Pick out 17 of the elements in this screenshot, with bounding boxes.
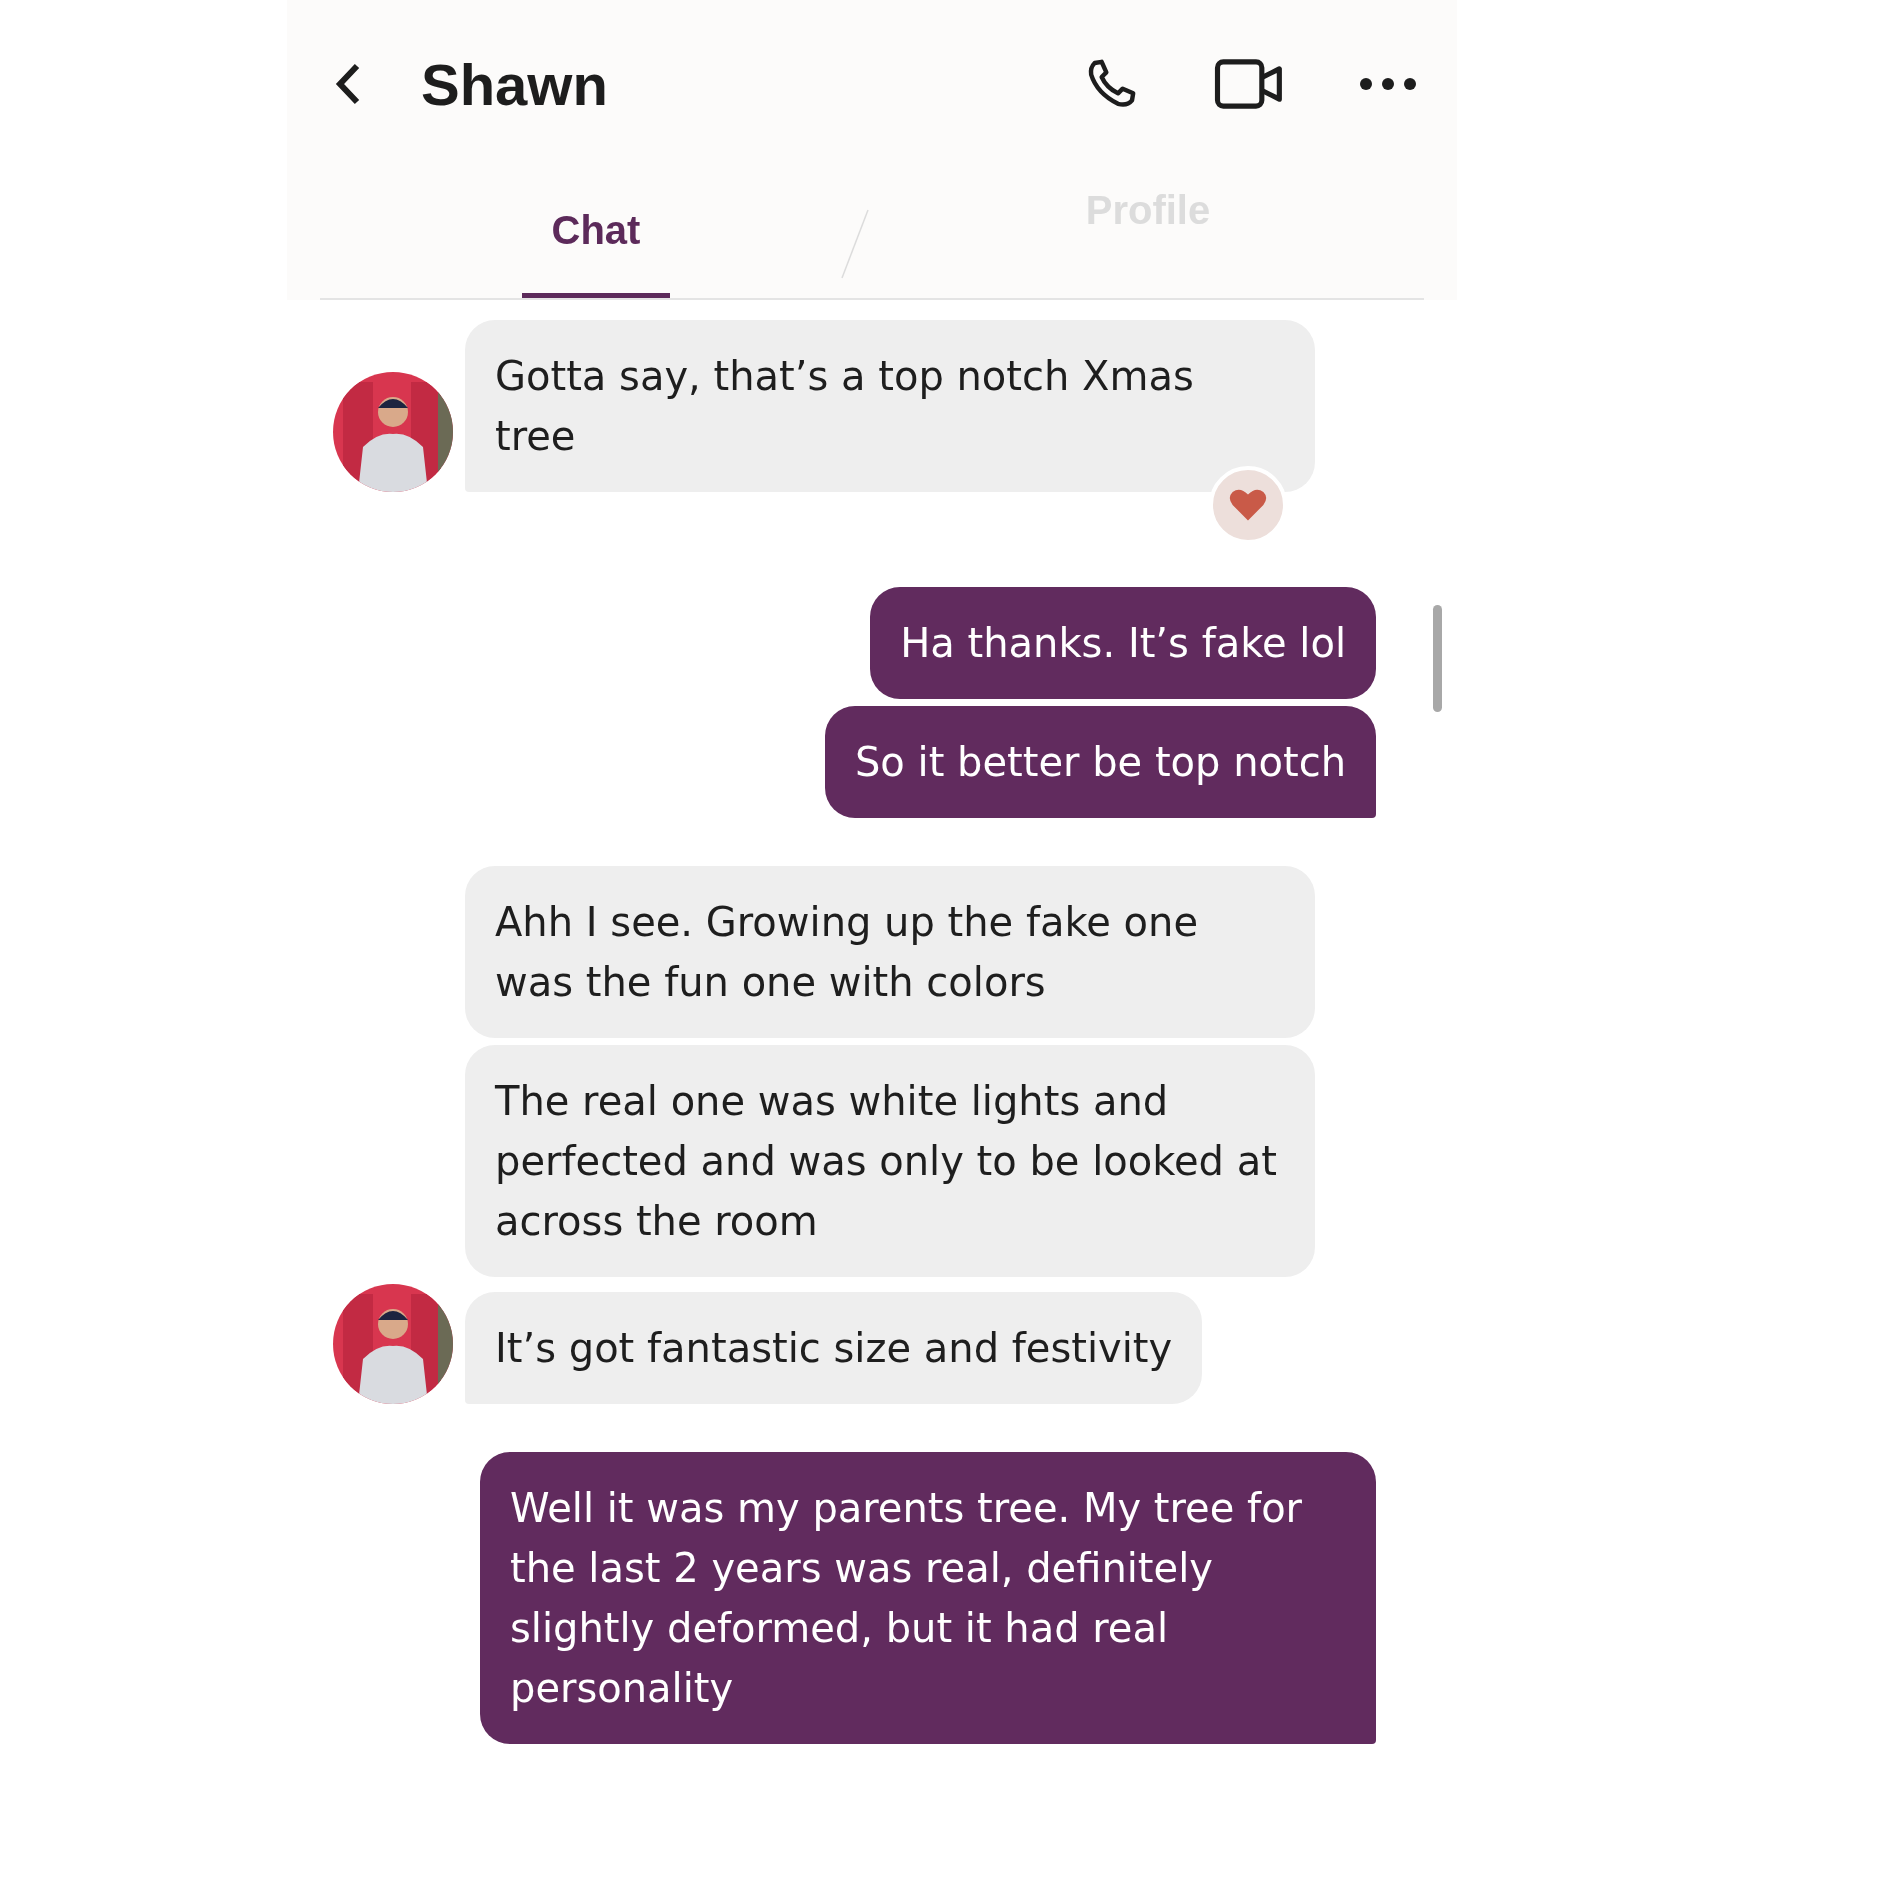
received-message: The real one was white lights and perfected and was only to be looked at across the room — [465, 1045, 1315, 1277]
received-message: Ahh I see. Growing up the fake one was the fun one with colors — [465, 866, 1315, 1038]
scrollbar[interactable] — [1433, 605, 1442, 712]
video-call-button[interactable] — [1214, 58, 1284, 111]
sent-message: Ha thanks. It’s fake lol — [870, 587, 1376, 699]
back-icon — [335, 63, 361, 106]
sent-message: Well it was my parents tree. My tree for the last 2 years was real, definitely slightly deformed, but it had real personality — [480, 1452, 1376, 1744]
back-button[interactable] — [335, 63, 361, 106]
contact-name: Shawn — [421, 50, 609, 118]
more-button[interactable] — [1359, 77, 1417, 92]
divider-stroke — [840, 208, 870, 279]
tab[interactable]: Chat — [320, 168, 872, 298]
more-icon — [1359, 77, 1417, 92]
received-message: It’s got fantastic size and festivity — [465, 1292, 1203, 1404]
video-camera-icon — [1214, 58, 1284, 111]
sent-message: So it better be top notch — [824, 706, 1376, 818]
heart-icon — [1228, 488, 1268, 522]
